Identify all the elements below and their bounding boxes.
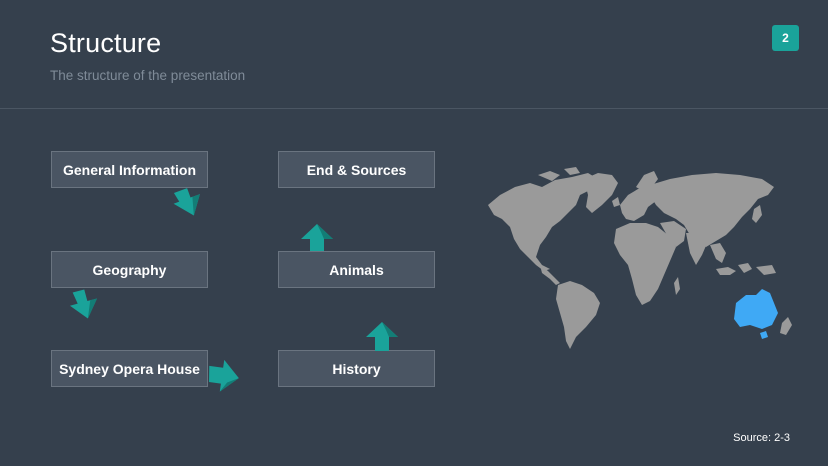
arrow-up-icon <box>366 322 398 351</box>
box-geography[interactable]: Geography <box>51 251 208 288</box>
header-divider <box>0 108 828 109</box>
source-note: Source: 2-3 <box>733 432 790 444</box>
box-end-sources[interactable]: End & Sources <box>278 151 435 188</box>
arrow-up-icon <box>301 224 333 251</box>
arrow-down-icon <box>69 289 98 319</box>
page-number-badge: 2 <box>772 25 799 51</box>
world-map <box>488 167 792 349</box>
box-animals[interactable]: Animals <box>278 251 435 288</box>
slide-title: Structure <box>50 28 162 58</box>
australia-highlight <box>734 289 778 329</box>
box-history[interactable]: History <box>278 350 435 387</box>
slide-subtitle: The structure of the presentation <box>50 68 246 83</box>
arrow-down-right-icon <box>173 188 200 216</box>
arrow-right-icon <box>209 359 239 392</box>
box-sydney-opera-house[interactable]: Sydney Opera House <box>51 350 208 387</box>
box-general-information[interactable]: General Information <box>51 151 208 188</box>
